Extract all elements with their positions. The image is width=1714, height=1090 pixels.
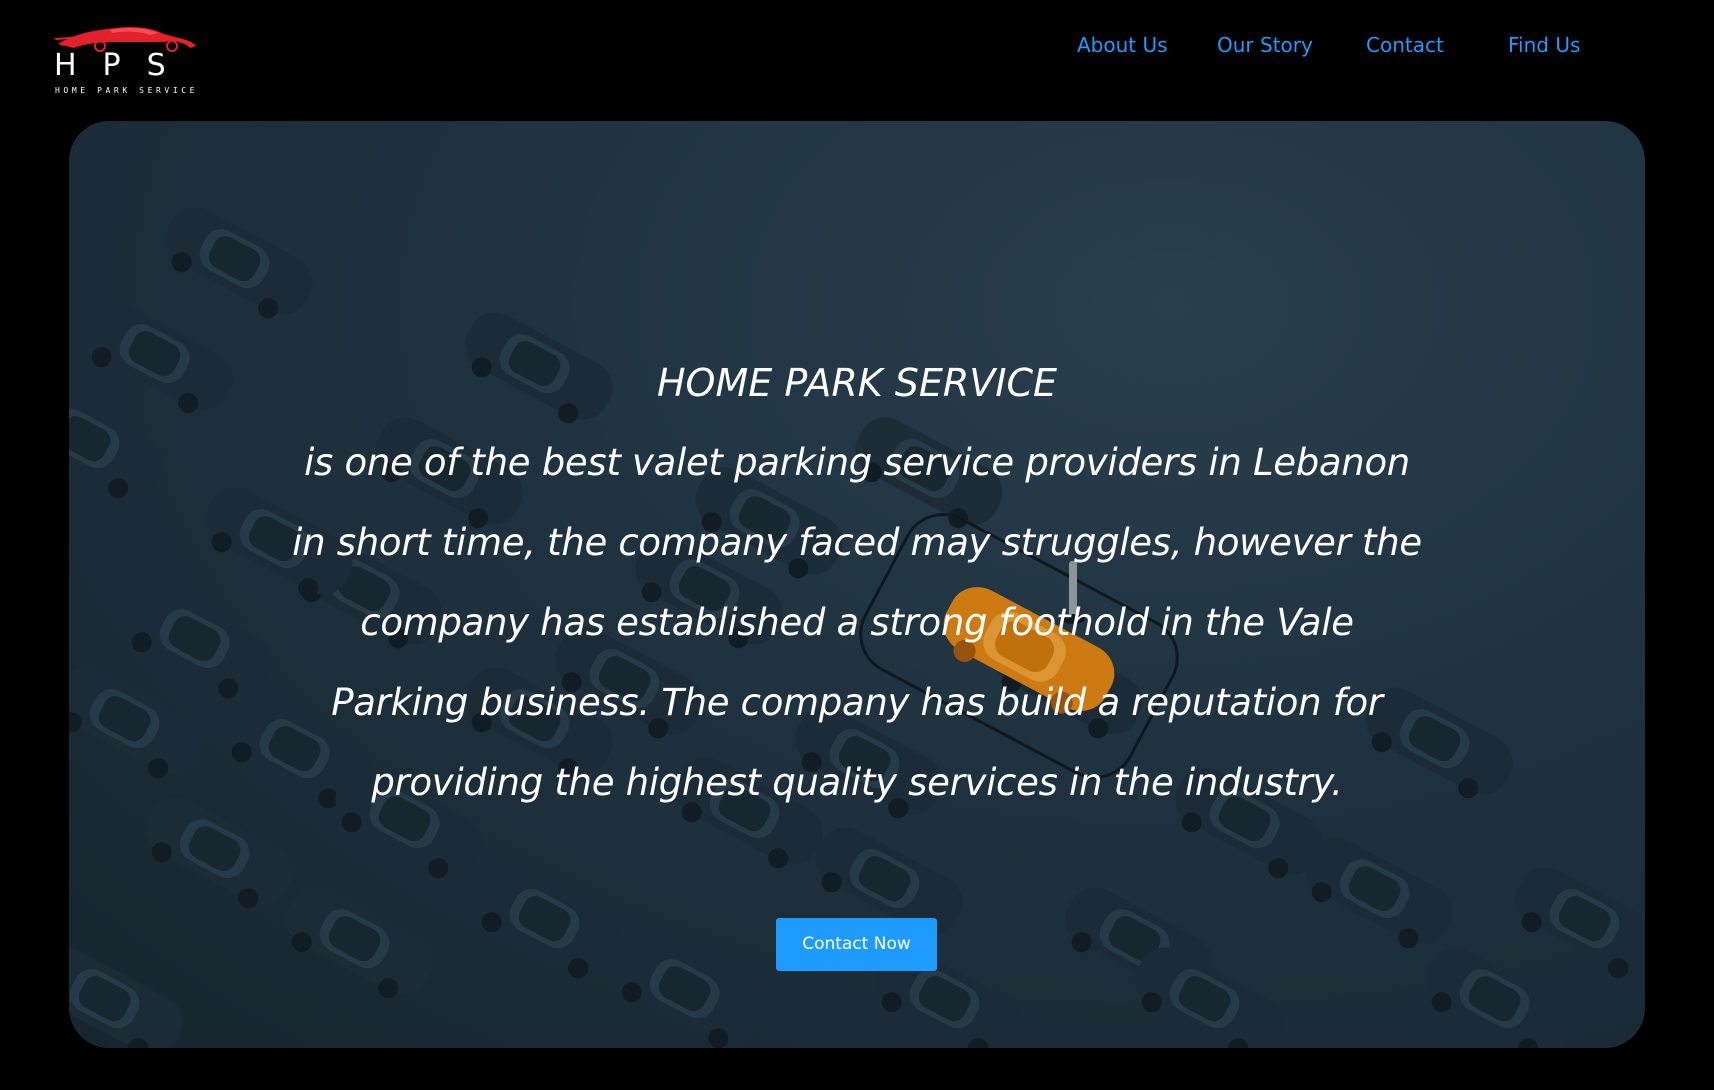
nav-find-us[interactable]: Find Us bbox=[1508, 31, 1580, 59]
hero-line-4: Parking business. The company has build … bbox=[331, 681, 1383, 724]
hero-title: HOME PARK SERVICE bbox=[656, 361, 1058, 405]
page: HPS HOME PARK SERVICE About Us Our Story… bbox=[0, 0, 1714, 1090]
logo-letters: HPS bbox=[54, 48, 192, 83]
nav-contact[interactable]: Contact bbox=[1366, 31, 1444, 59]
hps-logo[interactable]: HPS HOME PARK SERVICE bbox=[54, 24, 200, 98]
hero-line-5: providing the highest quality services i… bbox=[371, 761, 1343, 804]
hero-line-1: is one of the best valet parking service… bbox=[304, 441, 1410, 484]
hero-line-3: company has established a strong foothol… bbox=[360, 601, 1354, 644]
nav-our-story[interactable]: Our Story bbox=[1217, 31, 1313, 59]
nav-about-us[interactable]: About Us bbox=[1077, 31, 1168, 59]
hero-text: HOME PARK SERVICE is one of the best val… bbox=[69, 343, 1645, 823]
logo-subtitle: HOME PARK SERVICE bbox=[55, 86, 199, 95]
contact-now-button[interactable]: Contact Now bbox=[776, 918, 937, 971]
main-nav: About Us Our Story Contact Find Us bbox=[1020, 31, 1620, 59]
hero-line-2: in short time, the company faced may str… bbox=[292, 521, 1422, 564]
hero-section: HOME PARK SERVICE is one of the best val… bbox=[69, 121, 1645, 1048]
